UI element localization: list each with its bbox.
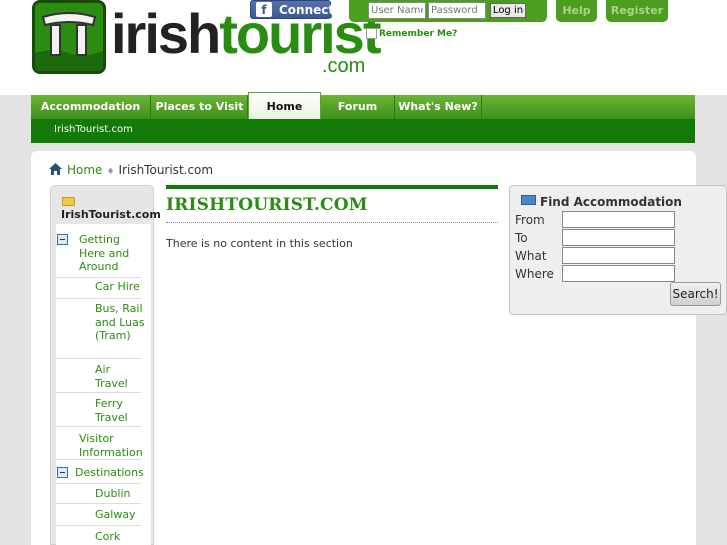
sidebar-item-ferry-travel[interactable]: Ferry Travel: [95, 397, 135, 424]
nav-accommodation[interactable]: Accommodation: [31, 95, 151, 119]
divider: [56, 392, 141, 393]
sidebar-header: IrishTourist.com: [51, 186, 161, 222]
to-input[interactable]: [562, 229, 675, 246]
dolmen-logo-icon: [32, 0, 106, 74]
divider: [56, 298, 141, 299]
sidebar-item-getting-here[interactable]: Getting Here and Around: [79, 233, 149, 274]
divider: [56, 277, 141, 278]
collapse-icon[interactable]: [57, 234, 68, 245]
help-button[interactable]: Help: [556, 0, 597, 22]
facebook-icon: f: [256, 2, 272, 17]
login-button[interactable]: Log in: [490, 3, 526, 18]
breadcrumb-separator-icon: ♦: [106, 167, 115, 177]
username-input[interactable]: [368, 2, 426, 19]
breadcrumb-current: IrishTourist.com: [118, 163, 214, 177]
main-nav: Accommodation Places to Visit Home Forum…: [31, 92, 695, 119]
sidebar-item-air-travel[interactable]: Air Travel: [95, 363, 135, 390]
nav-home[interactable]: Home: [248, 92, 321, 119]
facebook-connect-label: Connect: [279, 3, 335, 17]
logo-suffix: .com: [322, 55, 366, 77]
sidebar-item-destinations[interactable]: Destinations: [75, 466, 150, 480]
breadcrumb-home[interactable]: Home: [67, 163, 102, 177]
find-accommodation-title: Find Accommodation: [540, 195, 682, 209]
divider: [56, 483, 141, 484]
divider: [56, 358, 141, 359]
nav-forum[interactable]: Forum: [321, 95, 395, 119]
content-area: Home ♦ IrishTourist.com IrishTourist.com G…: [31, 151, 727, 545]
facebook-connect-button[interactable]: f Connect: [250, 0, 335, 19]
divider: [56, 459, 141, 460]
to-label: To: [515, 231, 528, 245]
folder-icon: [62, 197, 75, 206]
from-input[interactable]: [562, 211, 675, 228]
find-accommodation-panel: Find Accommodation From To What Where Se…: [509, 185, 727, 315]
remember-me[interactable]: Remember Me?: [366, 28, 457, 39]
remember-me-label: Remember Me?: [379, 29, 458, 39]
what-label: What: [515, 249, 547, 263]
sidebar-item-car-hire[interactable]: Car Hire: [95, 280, 150, 294]
sidebar-item-visitor-information[interactable]: Visitor Information: [79, 432, 149, 459]
nav-whats-new[interactable]: What's New?: [395, 95, 482, 119]
search-button[interactable]: Search!: [670, 282, 721, 306]
sidebar-item-dublin[interactable]: Dublin: [95, 487, 150, 501]
sidebar-item-cork[interactable]: Cork: [95, 530, 150, 544]
breadcrumb: Home ♦ IrishTourist.com: [49, 163, 213, 178]
from-label: From: [515, 213, 545, 227]
password-input[interactable]: [428, 2, 486, 19]
site-header: irishtourist .com f Connect Log in Remem…: [0, 0, 727, 95]
nav-places-to-visit[interactable]: Places to Visit: [152, 95, 248, 119]
sidebar-item-galway[interactable]: Galway: [95, 508, 150, 522]
divider: [56, 525, 141, 526]
remember-me-checkbox[interactable]: [366, 28, 377, 39]
subnav-link-irishtourist[interactable]: IrishTourist.com: [54, 124, 133, 135]
divider: [56, 503, 141, 504]
login-form: Log in: [349, 0, 547, 22]
where-label: Where: [515, 267, 554, 281]
title-divider: [166, 222, 498, 223]
sidebar: IrishTourist.com Getting Here and Around…: [50, 185, 161, 545]
empty-section-message: There is no content in this section: [166, 237, 353, 250]
page-title: IRISHTOURIST.COM: [166, 195, 368, 215]
sidebar-item-bus-rail-luas[interactable]: Bus, Rail and Luas (Tram): [95, 302, 145, 343]
sidebar-list: Getting Here and Around Car Hire Bus, Ra…: [56, 224, 151, 545]
search-panel-icon: [521, 195, 536, 205]
title-bar: [166, 185, 498, 189]
register-button[interactable]: Register: [606, 0, 668, 22]
collapse-icon[interactable]: [57, 467, 68, 478]
sub-nav: IrishTourist.com: [31, 119, 695, 143]
sidebar-title[interactable]: IrishTourist.com: [61, 208, 161, 221]
where-input[interactable]: [562, 265, 675, 282]
divider: [56, 426, 141, 427]
home-icon: [49, 163, 62, 178]
what-input[interactable]: [562, 247, 675, 264]
